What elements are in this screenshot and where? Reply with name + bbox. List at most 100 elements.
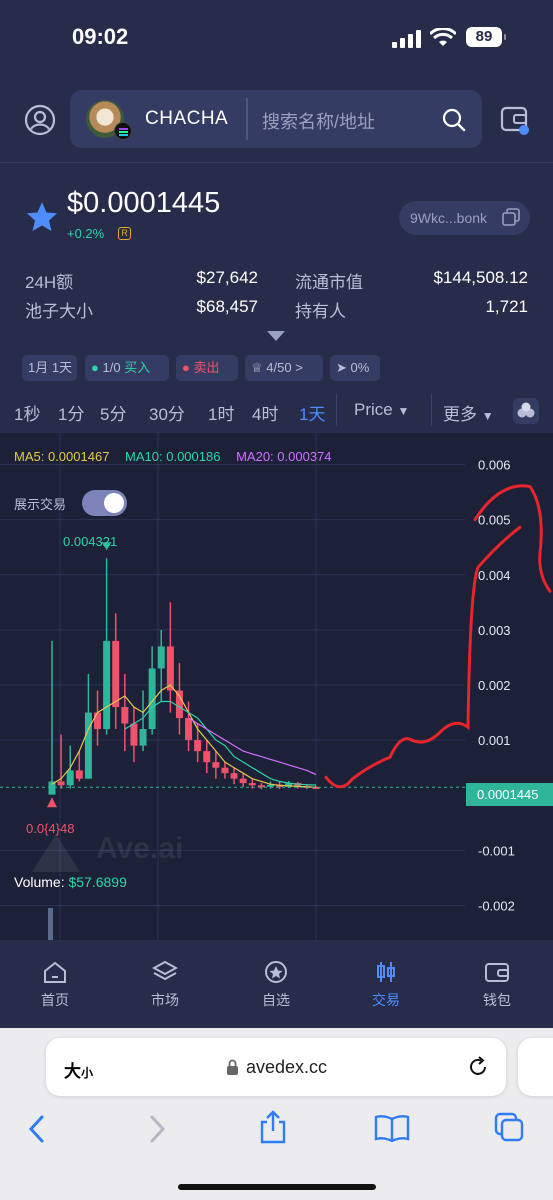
nav-market[interactable]: 市场 [120,960,210,1010]
wallet-connect-icon[interactable] [500,104,532,136]
expand-caret-icon[interactable] [267,331,285,341]
rank-arrow: > [295,360,303,375]
price-mode-label: Price [354,400,393,419]
sells-tag[interactable]: ● 卖出 [176,355,238,381]
candle-body [48,781,56,795]
share-icon[interactable] [258,1110,288,1144]
age-text: 1月 1天 [28,360,73,375]
ma20-label: MA20: [236,449,278,464]
ave-logo-icon [32,834,80,872]
price-mode-select[interactable]: Price ▼ [354,400,409,420]
text-size-button[interactable]: 大小 [64,1057,93,1082]
nav-wallet-label: 钱包 [483,992,511,1008]
search-input[interactable]: 搜索名称/地址 [262,108,375,134]
candle-body [57,781,65,786]
tf-divider [431,394,432,426]
vol-value: $27,642 [196,268,258,287]
tf-divider [336,394,337,426]
candle-body [194,740,202,752]
star-circle-icon [265,961,287,983]
tf-4h[interactable]: 4时 [252,400,278,425]
status-time: 09:02 [72,24,129,49]
tf-30m[interactable]: 30分 [149,400,185,425]
url-text: avedex.cc [246,1057,328,1077]
candle-body [121,707,129,724]
back-icon[interactable] [26,1114,48,1144]
candlestick-icon [377,962,395,982]
tf-1m[interactable]: 1分 [58,400,84,425]
rank-text: 4/50 [266,360,292,375]
bookmarks-icon[interactable] [374,1114,410,1142]
vol-label: 24H额 [25,273,74,292]
runner-tag: ➤ 0% [330,355,380,381]
chevron-down-icon: ▼ [397,404,410,418]
high-price-label: 0.004321 [63,534,118,549]
runner-text: 0% [350,360,370,375]
volume-readout: Volume: $57.6899 [14,874,127,890]
more-select[interactable]: 更多 ▼ [443,400,494,425]
contract-address: 9Wkc...bonk [410,210,488,226]
search-icon[interactable] [442,108,466,132]
next-tab-peek[interactable] [518,1038,553,1096]
buys-label: 买入 [124,360,151,375]
y-tick-label: -0.001 [478,843,515,858]
tf-1h[interactable]: 1时 [208,400,234,425]
rank-tag[interactable]: ♕ 4/50 > [245,355,323,381]
crown-icon: ♕ [251,360,263,375]
show-trades-toggle[interactable] [82,490,127,516]
candle-body [84,712,92,779]
candle-body [203,751,211,763]
pool-label: 池子大小 [25,302,93,321]
candle-body [94,712,102,730]
indicator-settings-icon[interactable] [513,398,539,424]
holders-label: 持有人 [295,302,346,321]
buys-tag[interactable]: ● 1/0 买入 [85,355,169,381]
candle-body [166,646,174,691]
wallet-icon [485,963,509,982]
forward-icon[interactable] [146,1114,168,1144]
nav-watchlist[interactable]: 自选 [231,960,321,1010]
risk-badge-icon: R [118,227,131,240]
tf-1s[interactable]: 1秒 [14,400,40,425]
age-tag: 1月 1天 [22,355,77,381]
candle-body [175,690,183,719]
nav-home[interactable]: 首页 [10,960,100,1010]
lock-icon [227,1059,238,1075]
tabs-icon[interactable] [494,1112,524,1142]
token-price: $0.0001445 [67,187,221,219]
pool-value: $68,457 [196,297,258,316]
candle-body [239,778,247,784]
chevron-down-icon: ▼ [481,409,494,423]
ma20-line [188,717,317,776]
sell-icon: ● [182,360,190,375]
favorite-star-icon[interactable] [25,200,59,234]
y-tick-label: -0.002 [478,898,515,913]
current-price-tag: 0.0001445 [466,783,553,806]
home-icon [44,961,66,983]
y-tick-label: 0.004 [478,568,511,583]
nav-wallet[interactable]: 钱包 [452,960,542,1010]
nav-trade[interactable]: 交易 [341,960,431,1010]
tf-1d[interactable]: 1天 [299,400,325,425]
ma5-label: MA5: [14,449,48,464]
mcap-label: 流通市值 [295,273,363,292]
candle-body [185,718,193,741]
user-icon[interactable] [24,104,56,136]
ma-legend: MA5: 0.0001467 MA10: 0.000186 MA20: 0.00… [14,449,332,464]
signal-icon [392,30,421,48]
wifi-icon [430,28,456,46]
copy-icon[interactable] [502,208,520,226]
holders-value: 1,721 [485,297,528,316]
candle-body [66,770,74,786]
nav-home-label: 首页 [41,992,69,1008]
tf-5m[interactable]: 5分 [100,400,126,425]
show-trades-label: 展示交易 [14,497,67,512]
y-tick-label: 0.001 [478,733,511,748]
candle-body [103,640,111,730]
y-tick-label: 0.005 [478,513,511,528]
reload-icon[interactable] [466,1055,490,1079]
candle-body [130,723,138,746]
candle-body [212,762,220,768]
runner-icon: ➤ [336,360,347,375]
ma20-value: 0.000374 [277,449,332,464]
